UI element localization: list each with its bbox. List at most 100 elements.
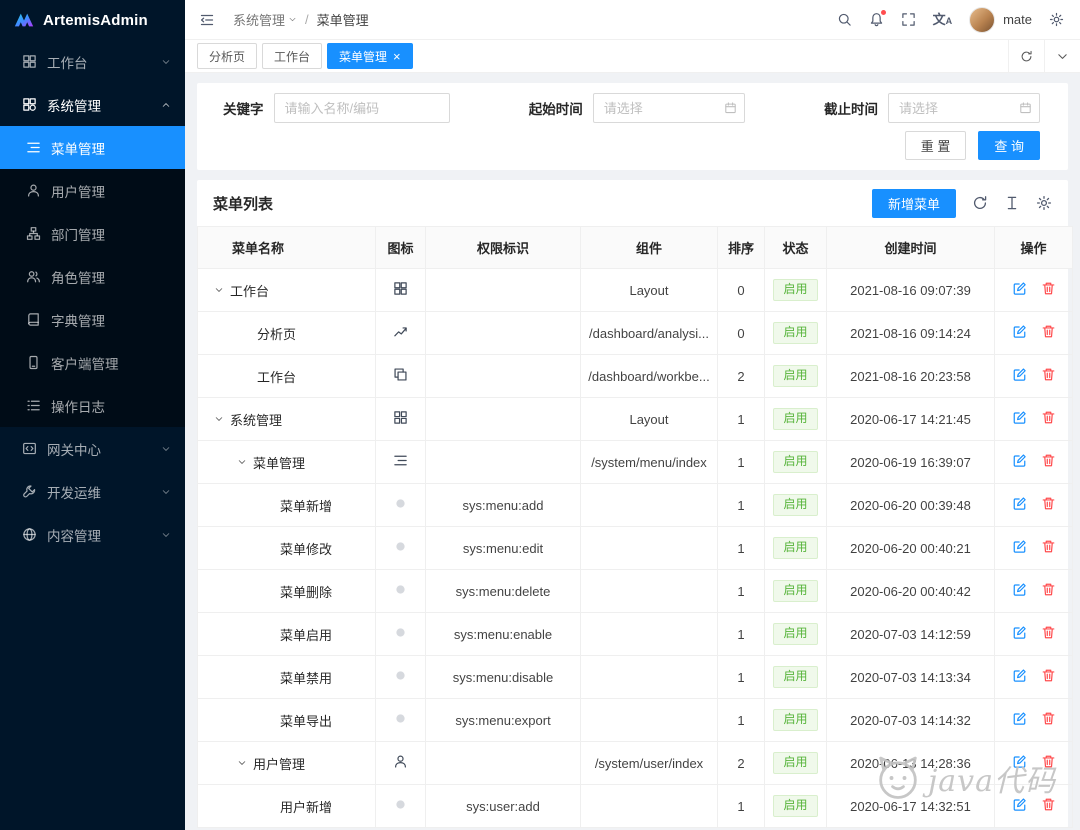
menu-table: 菜单名称图标权限标识组件排序状态创建时间操作 工作台Layout0启用2021-… [197, 226, 1073, 828]
reset-button[interactable]: 重 置 [905, 131, 967, 160]
edit-icon[interactable] [1012, 711, 1027, 726]
refresh-table-icon[interactable] [972, 195, 988, 211]
menu-icon-cell [376, 312, 426, 355]
sidebar-item-label: 内容管理 [47, 525, 151, 545]
query-button[interactable]: 查 询 [978, 131, 1040, 160]
menu-icon-cell [376, 613, 426, 656]
sidebar-item-dept[interactable]: 部门管理 [0, 212, 185, 255]
sort-cell: 1 [718, 484, 765, 527]
tab-analysis[interactable]: 分析页 [197, 43, 257, 69]
sidebar-item-menu[interactable]: 菜单管理 [0, 126, 185, 169]
sidebar-item-gateway[interactable]: 网关中心 [0, 427, 185, 470]
trash-icon[interactable] [1041, 754, 1056, 769]
table-row: 菜单禁用sys:menu:disable1启用2020-07-03 14:13:… [198, 656, 1073, 699]
edit-icon[interactable] [1012, 797, 1027, 812]
edit-icon[interactable] [1012, 496, 1027, 511]
settings-gear-icon[interactable] [1049, 12, 1064, 27]
menu-icon-cell [376, 656, 426, 699]
breadcrumb-parent[interactable]: 系统管理 [233, 10, 297, 29]
edit-icon[interactable] [1012, 367, 1027, 382]
created-cell: 2020-06-20 00:40:42 [827, 570, 995, 613]
edit-icon[interactable] [1012, 754, 1027, 769]
sidebar-nav: 工作台系统管理菜单管理用户管理部门管理角色管理字典管理客户端管理操作日志网关中心… [0, 40, 185, 830]
filter-row: 关键字 起始时间 截止时间 [197, 93, 1068, 123]
actions-cell [995, 527, 1073, 570]
menu-icon-cell [376, 570, 426, 613]
row-expand-icon[interactable] [237, 457, 247, 467]
created-cell: 2021-08-16 09:14:24 [827, 312, 995, 355]
tab-menu-chevron-icon[interactable] [1044, 40, 1080, 72]
sidebar-item-dict[interactable]: 字典管理 [0, 298, 185, 341]
trash-icon[interactable] [1041, 367, 1056, 382]
search-icon[interactable] [837, 12, 852, 27]
column-header: 操作 [995, 227, 1073, 269]
end-time-input[interactable] [888, 93, 1040, 123]
row-expand-icon[interactable] [237, 758, 247, 768]
sidebar-item-role[interactable]: 角色管理 [0, 255, 185, 298]
status-cell: 启用 [765, 613, 827, 656]
tree-node: 系统管理 [214, 410, 369, 429]
translate-icon[interactable]: 文A [933, 13, 953, 26]
sidebar-item-workbench[interactable]: 工作台 [0, 40, 185, 83]
keyword-input[interactable] [274, 93, 450, 123]
trash-icon[interactable] [1041, 324, 1056, 339]
topbar-right: 文A mate [837, 7, 1064, 33]
notifications[interactable] [869, 12, 884, 27]
tab-workbench[interactable]: 工作台 [262, 43, 322, 69]
status-cell: 启用 [765, 570, 827, 613]
edit-icon[interactable] [1012, 324, 1027, 339]
trash-icon[interactable] [1041, 582, 1056, 597]
collapse-sidebar-icon[interactable] [199, 12, 215, 28]
tab-menu[interactable]: 菜单管理× [327, 43, 413, 69]
edit-icon[interactable] [1012, 668, 1027, 683]
column-header: 权限标识 [426, 227, 581, 269]
sidebar-item-label: 开发运维 [47, 482, 151, 502]
sidebar-item-client[interactable]: 客户端管理 [0, 341, 185, 384]
trash-icon[interactable] [1041, 281, 1056, 296]
trash-icon[interactable] [1041, 539, 1056, 554]
component-cell: /system/menu/index [581, 441, 718, 484]
sidebar-item-label: 网关中心 [47, 439, 151, 459]
tabs: 分析页工作台菜单管理× [197, 43, 1008, 69]
edit-icon[interactable] [1012, 625, 1027, 640]
trash-icon[interactable] [1041, 410, 1056, 425]
sidebar-item-log[interactable]: 操作日志 [0, 384, 185, 427]
sidebar-item-user[interactable]: 用户管理 [0, 169, 185, 212]
sidebar-item-devops[interactable]: 开发运维 [0, 470, 185, 513]
edit-icon[interactable] [1012, 582, 1027, 597]
edit-icon[interactable] [1012, 281, 1027, 296]
menu-name: 菜单禁用 [280, 668, 332, 687]
add-menu-button[interactable]: 新增菜单 [872, 189, 956, 218]
edit-icon[interactable] [1012, 453, 1027, 468]
sidebar-item-system[interactable]: 系统管理 [0, 83, 185, 126]
row-expand-icon[interactable] [214, 285, 224, 295]
fullscreen-icon[interactable] [901, 12, 916, 27]
log-icon [26, 398, 41, 413]
menu-name-cell: 分析页 [198, 312, 376, 355]
edit-icon[interactable] [1012, 410, 1027, 425]
edit-icon[interactable] [1012, 539, 1027, 554]
chevron-down-icon [161, 530, 171, 540]
sidebar-item-content[interactable]: 内容管理 [0, 513, 185, 556]
sort-cell: 2 [718, 742, 765, 785]
tree-node: 用户管理 [214, 754, 369, 773]
username[interactable]: mate [1003, 12, 1032, 27]
component-cell [581, 527, 718, 570]
logo[interactable]: ArtemisAdmin [0, 0, 185, 40]
trash-icon[interactable] [1041, 797, 1056, 812]
trash-icon[interactable] [1041, 496, 1056, 511]
menu-name: 菜单启用 [280, 625, 332, 644]
row-expand-icon[interactable] [214, 414, 224, 424]
trash-icon[interactable] [1041, 711, 1056, 726]
trash-icon[interactable] [1041, 453, 1056, 468]
trash-icon[interactable] [1041, 668, 1056, 683]
trash-icon[interactable] [1041, 625, 1056, 640]
column-settings-icon[interactable] [1004, 195, 1020, 211]
end-time-filter: 截止时间 [824, 93, 1040, 123]
status-cell: 启用 [765, 785, 827, 828]
avatar[interactable] [969, 7, 995, 33]
close-icon[interactable]: × [393, 50, 401, 63]
refresh-tabs-icon[interactable] [1008, 40, 1044, 72]
table-settings-icon[interactable] [1036, 195, 1052, 211]
start-time-input[interactable] [593, 93, 745, 123]
